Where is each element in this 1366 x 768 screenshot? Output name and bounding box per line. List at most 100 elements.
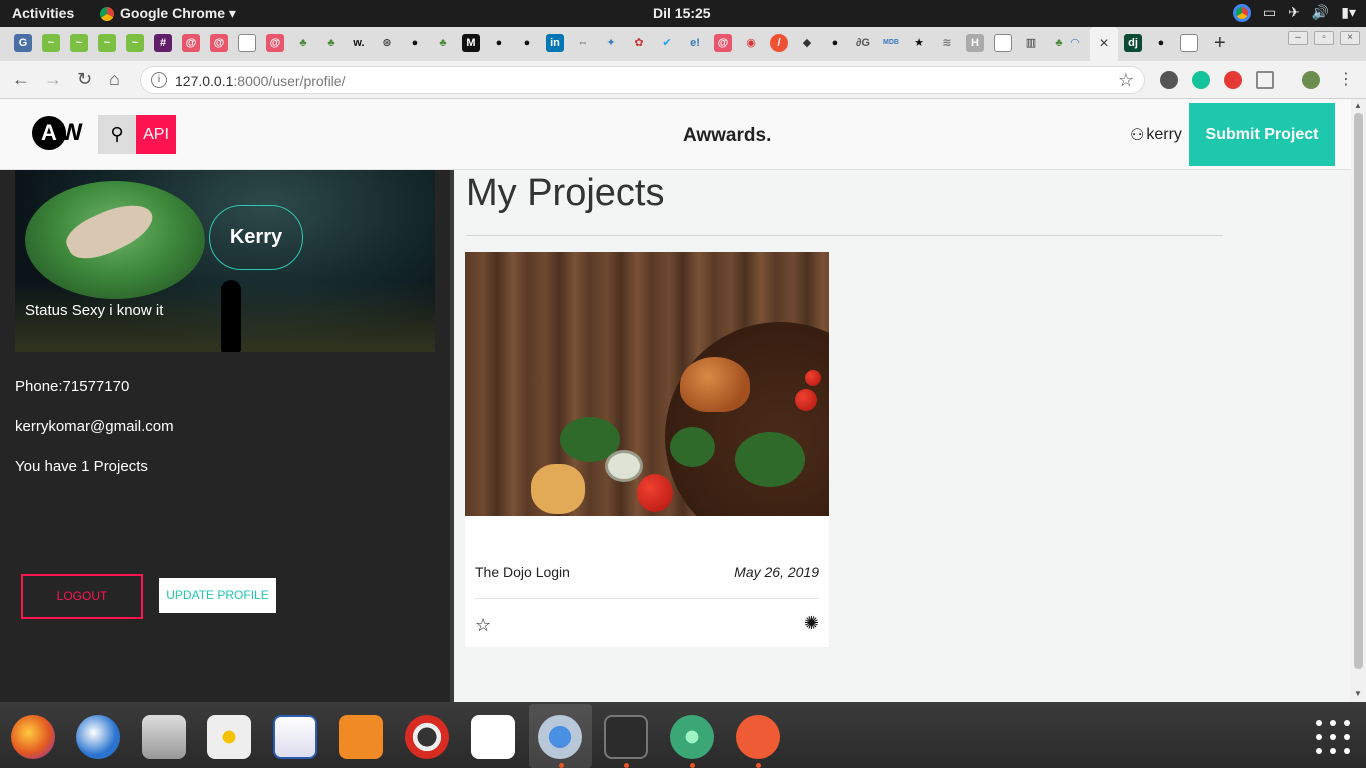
atom-icon[interactable] bbox=[670, 715, 714, 759]
project-image[interactable] bbox=[465, 252, 829, 516]
forward-icon[interactable]: → bbox=[44, 69, 62, 90]
tab-favicon-icon[interactable]: ~ bbox=[42, 34, 60, 52]
display-icon[interactable]: ▭ bbox=[1263, 4, 1276, 22]
user-link[interactable]: ⚇ kerry bbox=[1130, 125, 1182, 145]
writer-icon[interactable] bbox=[273, 715, 317, 759]
tab-favicon-icon[interactable]: e! bbox=[686, 34, 704, 52]
tab-favicon-icon[interactable]: G bbox=[14, 34, 32, 52]
scroll-down-icon[interactable]: ▼ bbox=[1354, 689, 1362, 698]
volume-icon[interactable]: 🔊 bbox=[1312, 4, 1329, 22]
menu-icon[interactable]: ⋮ bbox=[1338, 69, 1354, 89]
submit-project-button[interactable]: Submit Project bbox=[1189, 103, 1335, 166]
linkedin-tab-icon[interactable]: in bbox=[546, 34, 564, 52]
amazon-icon[interactable] bbox=[471, 715, 515, 759]
tab-favicon-icon[interactable]: ~ bbox=[70, 34, 88, 52]
tab-favicon-icon[interactable]: ∂G bbox=[854, 34, 872, 52]
tab-favicon-icon[interactable]: ◠ bbox=[1066, 34, 1084, 52]
tab-favicon-icon[interactable]: ≋ bbox=[938, 34, 956, 52]
clock[interactable]: Dil 15:25 bbox=[653, 5, 711, 21]
bookmark-star-icon[interactable]: ☆ bbox=[1118, 70, 1134, 91]
thunderbird-icon[interactable] bbox=[76, 715, 120, 759]
grammarly-icon[interactable] bbox=[1192, 71, 1210, 89]
github-tab-icon[interactable]: ● bbox=[518, 34, 536, 52]
chrome-tray-icon[interactable] bbox=[1232, 4, 1251, 22]
help-icon[interactable] bbox=[405, 715, 449, 759]
url-host: 127.0.0.1 bbox=[175, 73, 234, 89]
site-info-icon[interactable]: i bbox=[151, 72, 167, 88]
tab-favicon-icon[interactable]: ~ bbox=[98, 34, 116, 52]
tree-tab-icon[interactable]: ♣ bbox=[322, 34, 340, 52]
maximize-button[interactable]: ▫ bbox=[1314, 31, 1334, 45]
vimium-icon[interactable] bbox=[1256, 71, 1274, 89]
extension-icon[interactable] bbox=[1160, 71, 1178, 89]
django-tab-icon[interactable]: dj bbox=[1124, 34, 1142, 52]
mdb-tab-icon[interactable]: MDB bbox=[882, 34, 900, 52]
brand-title[interactable]: Awwards. bbox=[683, 125, 771, 147]
tab-favicon-icon[interactable]: @ bbox=[266, 34, 284, 52]
site-logo[interactable]: A W bbox=[32, 116, 84, 152]
tab-favicon-icon[interactable]: H bbox=[966, 34, 984, 52]
tab-favicon-icon[interactable]: ◉ bbox=[742, 34, 760, 52]
terminal-icon[interactable] bbox=[604, 715, 648, 759]
page-tab-icon[interactable] bbox=[994, 34, 1012, 52]
new-tab-button[interactable]: + bbox=[1214, 32, 1226, 55]
firefox-icon[interactable] bbox=[11, 715, 55, 759]
slack-tab-icon[interactable]: # bbox=[154, 34, 172, 52]
logout-button[interactable]: LOGOUT bbox=[21, 574, 143, 619]
back-icon[interactable]: ← bbox=[12, 69, 30, 90]
tab-favicon-icon[interactable]: @ bbox=[714, 34, 732, 52]
project-card[interactable]: The Dojo Login May 26, 2019 ☆ ✺ bbox=[465, 252, 829, 647]
url-input[interactable]: i 127.0.0.1:8000/user/profile/ ☆ bbox=[140, 66, 1145, 94]
files-icon[interactable] bbox=[142, 715, 186, 759]
tab-favicon-icon[interactable]: ✿ bbox=[630, 34, 648, 52]
bulb-tab-icon[interactable]: ✦ bbox=[602, 34, 620, 52]
profile-avatar[interactable] bbox=[1302, 71, 1320, 89]
tab-favicon-icon[interactable]: / bbox=[770, 34, 788, 52]
github-tab-icon[interactable]: ● bbox=[826, 34, 844, 52]
scroll-up-icon[interactable]: ▲ bbox=[1354, 101, 1362, 110]
chromium-icon[interactable] bbox=[538, 715, 582, 759]
system-tray[interactable]: ▭ ✈ 🔊 ▮▾ bbox=[1232, 4, 1356, 22]
project-title[interactable]: The Dojo Login bbox=[475, 564, 570, 580]
page-scrollbar[interactable]: ▲ ▼ bbox=[1351, 99, 1366, 702]
minimize-button[interactable]: – bbox=[1288, 31, 1308, 45]
bug-icon[interactable]: ✺ bbox=[804, 613, 819, 634]
github-tab-icon[interactable]: ● bbox=[1152, 34, 1170, 52]
home-icon[interactable]: ⌂ bbox=[109, 69, 120, 90]
battery-icon[interactable]: ▮▾ bbox=[1341, 4, 1356, 22]
tab-favicon-icon[interactable]: ⇔ bbox=[574, 34, 592, 52]
tab-favicon-icon[interactable]: @ bbox=[210, 34, 228, 52]
update-profile-button[interactable]: UPDATE PROFILE bbox=[159, 578, 276, 613]
url-text[interactable]: 127.0.0.1:8000/user/profile/ bbox=[175, 73, 345, 89]
page-tab-icon[interactable] bbox=[1180, 34, 1198, 52]
airplane-icon[interactable]: ✈ bbox=[1288, 4, 1300, 22]
tab-favicon-icon[interactable]: ▥ bbox=[1022, 34, 1040, 52]
twitter-tab-icon[interactable]: ✔ bbox=[658, 34, 676, 52]
tab-favicon-icon[interactable]: @ bbox=[182, 34, 200, 52]
tab-favicon-icon[interactable]: ★ bbox=[910, 34, 928, 52]
tree-tab-icon[interactable]: ♣ bbox=[434, 34, 452, 52]
postman-icon[interactable] bbox=[736, 715, 780, 759]
scrollbar-thumb[interactable] bbox=[1354, 113, 1363, 669]
github-tab-icon[interactable]: ● bbox=[406, 34, 424, 52]
app-menu[interactable]: Google Chrome ▾ bbox=[100, 5, 236, 22]
w3-tab-icon[interactable]: w. bbox=[350, 34, 368, 52]
close-window-button[interactable]: × bbox=[1340, 31, 1360, 45]
activities-button[interactable]: Activities bbox=[12, 5, 74, 21]
star-icon[interactable]: ☆ bbox=[475, 615, 491, 636]
software-center-icon[interactable] bbox=[339, 715, 383, 759]
reload-icon[interactable]: ↻ bbox=[77, 69, 92, 90]
tab-favicon-icon[interactable]: ~ bbox=[126, 34, 144, 52]
tab-favicon-icon[interactable]: ⊛ bbox=[378, 34, 396, 52]
show-apps-icon[interactable] bbox=[1316, 720, 1350, 754]
page-tab-icon[interactable] bbox=[238, 34, 256, 52]
active-tab-close-icon[interactable]: × bbox=[1090, 27, 1118, 61]
rhythmbox-icon[interactable] bbox=[207, 715, 251, 759]
medium-tab-icon[interactable]: M bbox=[462, 34, 480, 52]
tree-tab-icon[interactable]: ♣ bbox=[294, 34, 312, 52]
tab-favicon-icon[interactable]: ◆ bbox=[798, 34, 816, 52]
search-icon[interactable]: ⚲ bbox=[98, 115, 136, 154]
extension-icon[interactable] bbox=[1224, 71, 1242, 89]
github-tab-icon[interactable]: ● bbox=[490, 34, 508, 52]
api-button[interactable]: API bbox=[136, 115, 176, 154]
